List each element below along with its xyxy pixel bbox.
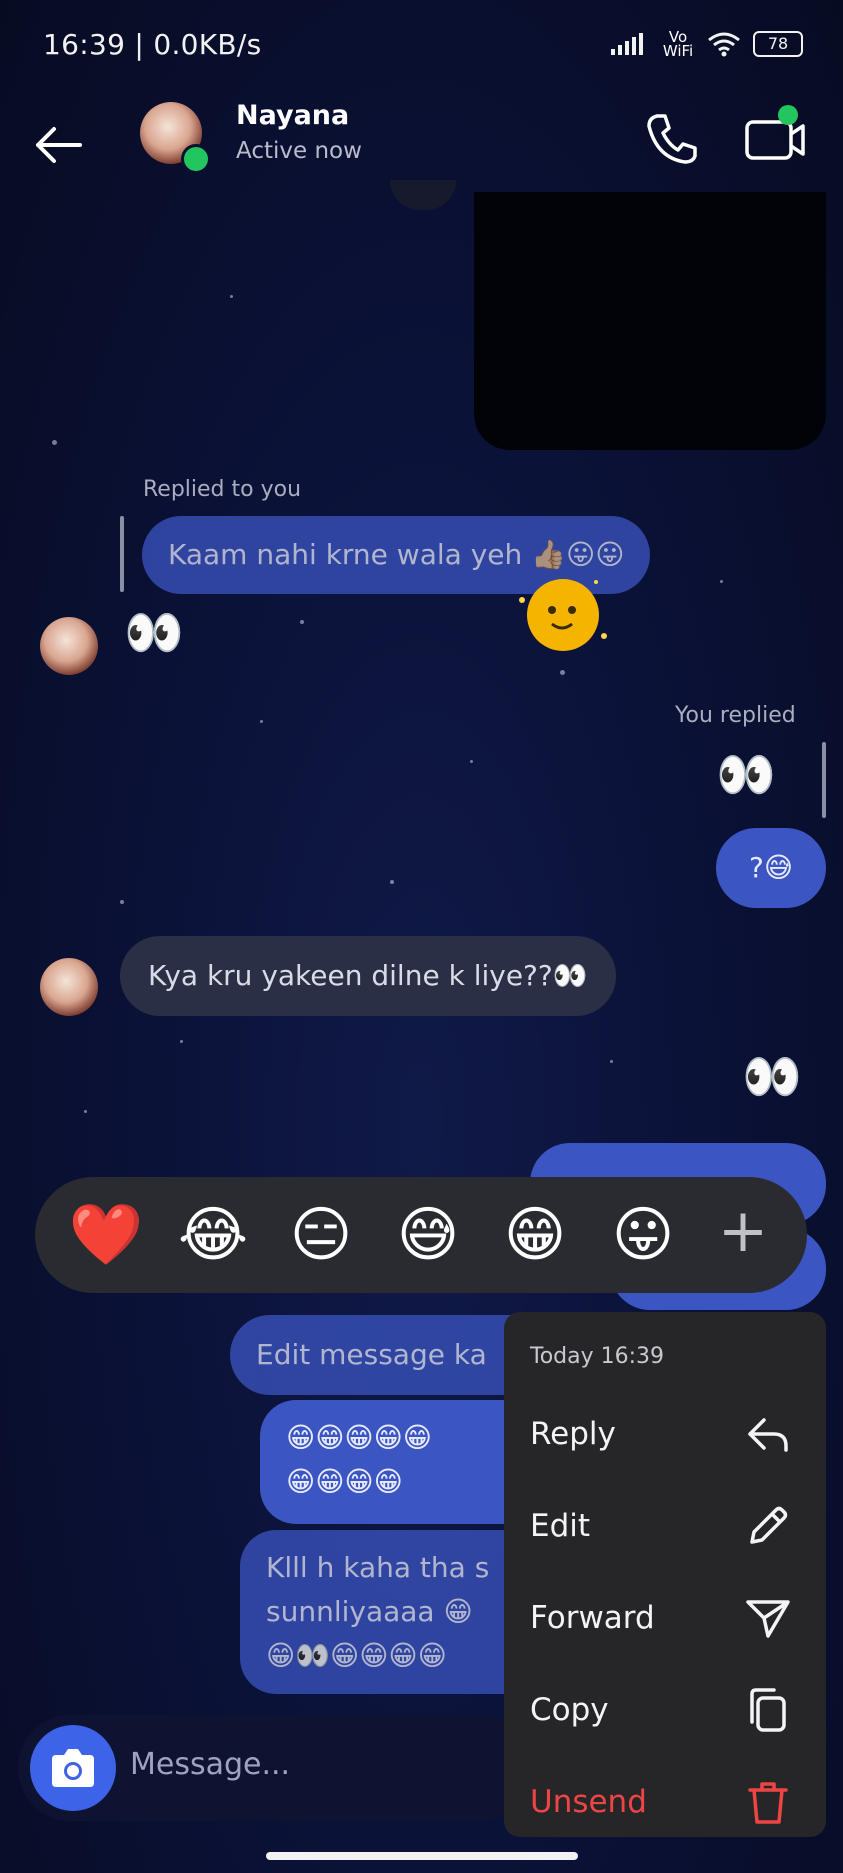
- star: [180, 1040, 183, 1043]
- message-timestamp: Today 16:39: [530, 1344, 665, 1369]
- incoming-message-bubble[interactable]: Kya kru yakeen dilne k liye??👀: [120, 936, 616, 1016]
- pencil-icon: [750, 1506, 788, 1544]
- eyes-quote[interactable]: 👀: [716, 746, 776, 803]
- more-reactions-button[interactable]: +: [713, 1201, 773, 1261]
- copy-icon: [750, 1688, 786, 1732]
- star: [84, 1110, 87, 1113]
- menu-item-copy[interactable]: Copy: [504, 1674, 826, 1744]
- camera-button[interactable]: [30, 1725, 116, 1811]
- star: [560, 670, 565, 675]
- menu-label: Reply: [530, 1416, 616, 1452]
- message-input[interactable]: Message...: [130, 1747, 290, 1782]
- battery-indicator: 78: [753, 31, 803, 57]
- message-context-menu: Today 16:39 Reply Edit Forward Copy Unse…: [504, 1312, 826, 1837]
- eyes-message[interactable]: 👀: [124, 604, 184, 661]
- sender-avatar[interactable]: [40, 958, 98, 1016]
- menu-label: Edit: [530, 1508, 591, 1544]
- avatar-fragment: [390, 180, 456, 210]
- star: [390, 880, 394, 884]
- menu-item-unsend[interactable]: Unsend: [504, 1766, 826, 1836]
- star: [260, 720, 263, 723]
- star: [720, 580, 723, 583]
- wifi-icon: [708, 32, 740, 57]
- contact-status: Active now: [236, 138, 362, 164]
- reply-quote-bar: [120, 516, 124, 592]
- reaction-bar: ❤️ 😂 😑 😅 😁 😛 +: [35, 1177, 807, 1293]
- home-indicator[interactable]: [266, 1852, 578, 1860]
- star: [230, 295, 233, 298]
- star: [470, 760, 473, 763]
- reaction-laugh[interactable]: 😂: [175, 1197, 251, 1273]
- phone-icon[interactable]: [643, 110, 699, 166]
- reaction-sweat-smile[interactable]: 😅: [390, 1197, 466, 1273]
- eyes-message-outgoing[interactable]: 👀: [742, 1048, 802, 1105]
- status-time: 16:39 | 0.0KB/s: [43, 28, 262, 61]
- status-icons: Vo WiFi 78: [611, 28, 803, 60]
- media-message[interactable]: [474, 192, 826, 450]
- star: [300, 620, 304, 624]
- reply-quote-bar-right: [822, 742, 826, 818]
- reaction-heart[interactable]: ❤️: [68, 1197, 144, 1273]
- star: [610, 1060, 613, 1063]
- vowifi-label: Vo WiFi: [662, 28, 694, 60]
- edit-message-bubble[interactable]: Edit message ka: [230, 1315, 550, 1395]
- menu-item-forward[interactable]: Forward: [504, 1582, 826, 1652]
- reaction-grin[interactable]: 😁: [497, 1197, 573, 1273]
- question-bubble[interactable]: ?😅: [716, 828, 826, 908]
- menu-label-danger: Unsend: [530, 1784, 647, 1820]
- menu-label: Copy: [530, 1692, 609, 1728]
- status-bar: 16:39 | 0.0KB/s Vo WiFi 78: [0, 0, 843, 95]
- video-active-dot: [778, 105, 798, 125]
- you-replied-label: You replied: [675, 703, 796, 728]
- reply-icon: [748, 1418, 788, 1452]
- camera-icon: [52, 1749, 94, 1787]
- signal-icon: [611, 33, 643, 55]
- star: [120, 900, 124, 904]
- star: [52, 440, 57, 445]
- contact-name[interactable]: Nayana: [236, 100, 349, 131]
- reaction-expressionless[interactable]: 😑: [283, 1197, 359, 1273]
- trash-icon: [748, 1782, 788, 1824]
- online-indicator: [181, 144, 211, 174]
- reaction-tongue[interactable]: 😛: [605, 1197, 681, 1273]
- message-composer: Message...: [18, 1715, 538, 1821]
- sender-avatar[interactable]: [40, 617, 98, 675]
- replied-to-you-label: Replied to you: [143, 477, 302, 502]
- menu-item-edit[interactable]: Edit: [504, 1490, 826, 1560]
- sparkle-sticker-icon: [519, 579, 607, 651]
- menu-label: Forward: [530, 1600, 655, 1636]
- menu-item-reply[interactable]: Reply: [504, 1398, 826, 1468]
- send-icon: [746, 1600, 790, 1638]
- back-arrow-icon[interactable]: [30, 117, 86, 173]
